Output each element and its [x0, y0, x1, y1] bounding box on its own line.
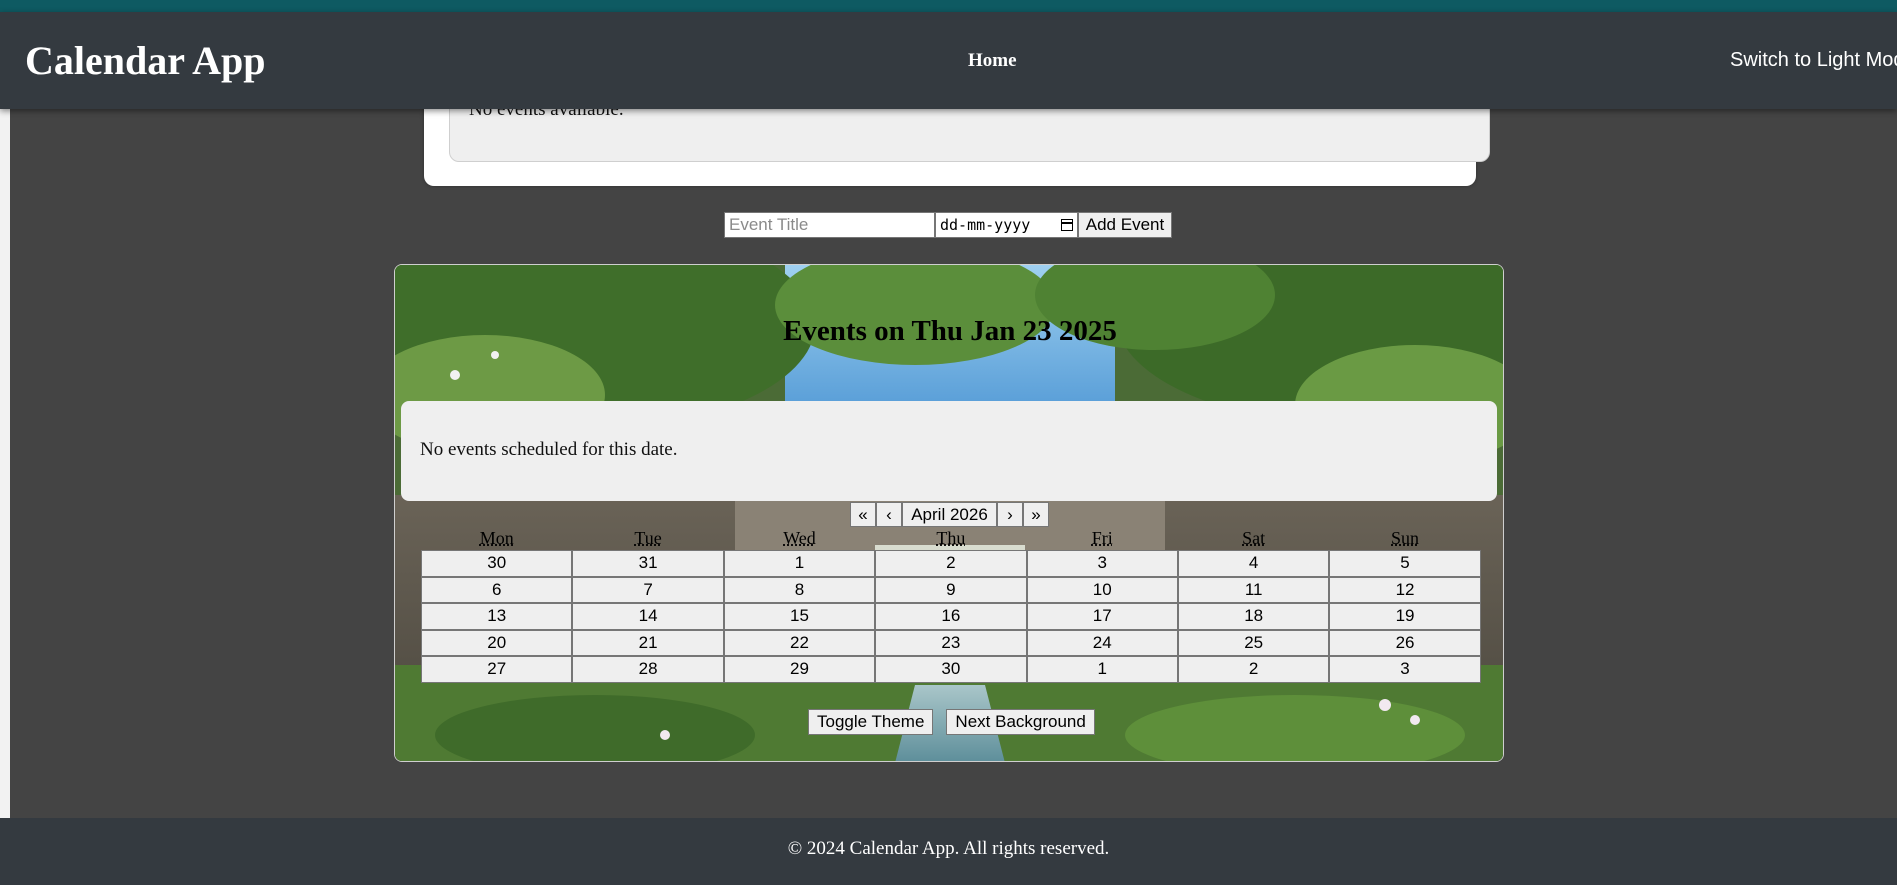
app-header: Calendar App Home Switch to Light Mode: [0, 12, 1897, 109]
week-row: 27 28 29 30 1 2 3: [421, 656, 1481, 683]
day-cell[interactable]: 30: [421, 550, 573, 577]
add-event-form: dd-mm-yyyy Add Event: [724, 212, 1172, 238]
date-placeholder: dd-mm-yyyy: [940, 216, 1031, 234]
app-footer: © 2024 Calendar App. All rights reserved…: [0, 818, 1897, 885]
day-cell[interactable]: 4: [1177, 550, 1330, 577]
day-cell[interactable]: 20: [421, 629, 573, 656]
day-cell[interactable]: 17: [1026, 603, 1178, 630]
day-cell[interactable]: 27: [421, 656, 573, 683]
month-label-button[interactable]: April 2026: [902, 502, 997, 527]
nav-home-link[interactable]: Home: [968, 50, 1017, 72]
day-cell[interactable]: 16: [875, 603, 1027, 630]
next-month-button[interactable]: ›: [997, 502, 1023, 527]
day-cell[interactable]: 8: [723, 576, 876, 603]
event-title-input[interactable]: [724, 212, 935, 238]
add-event-button[interactable]: Add Event: [1078, 212, 1172, 238]
top-accent-strip: [0, 0, 1897, 12]
event-date-input[interactable]: dd-mm-yyyy: [935, 212, 1078, 238]
day-cell[interactable]: 2: [1177, 656, 1330, 683]
weekday-label: Tue: [634, 528, 662, 548]
day-cell[interactable]: 30: [875, 656, 1027, 683]
left-edge-strip: [0, 108, 10, 818]
day-cell[interactable]: 25: [1177, 629, 1330, 656]
day-cell[interactable]: 10: [1026, 576, 1178, 603]
prev-month-button[interactable]: ‹: [876, 502, 902, 527]
weekday-label: Fri: [1091, 528, 1113, 548]
day-cell[interactable]: 14: [572, 603, 724, 630]
day-cell[interactable]: 13: [421, 603, 573, 630]
day-cell[interactable]: 26: [1329, 629, 1481, 656]
day-cell[interactable]: 22: [723, 629, 876, 656]
switch-light-mode-button[interactable]: Switch to Light Mode: [1730, 49, 1897, 72]
weekday-header-row: Mon Tue Wed Thu Fri Sat Sun: [421, 527, 1481, 550]
day-cell[interactable]: 21: [572, 629, 724, 656]
day-cell[interactable]: 12: [1329, 576, 1481, 603]
selected-date-heading: Events on Thu Jan 23 2025: [783, 315, 1117, 347]
week-row: 13 14 15 16 17 18 19: [421, 603, 1481, 630]
day-cell[interactable]: 6: [421, 576, 573, 603]
day-cell[interactable]: 15: [723, 603, 876, 630]
day-cell[interactable]: 3: [1329, 656, 1481, 683]
day-cell[interactable]: 19: [1329, 603, 1481, 630]
day-cell[interactable]: 9: [875, 576, 1027, 603]
weekday-label: Wed: [783, 528, 816, 548]
calendar-icon[interactable]: [1061, 219, 1073, 231]
weekday-label: Sun: [1391, 528, 1420, 548]
week-row: 6 7 8 9 10 11 12: [421, 576, 1481, 603]
day-cell[interactable]: 2: [875, 550, 1027, 577]
day-cell[interactable]: 1: [723, 550, 876, 577]
day-cell[interactable]: 7: [572, 576, 724, 603]
next-year-button[interactable]: »: [1023, 502, 1049, 527]
weekday-label: Mon: [479, 528, 514, 548]
week-row: 20 21 22 23 24 25 26: [421, 629, 1481, 656]
weekday-label: Thu: [936, 528, 966, 548]
footer-copyright: © 2024 Calendar App. All rights reserved…: [787, 838, 1110, 859]
calendar-controls: Toggle Theme Next Background: [808, 709, 1095, 735]
next-background-button[interactable]: Next Background: [946, 709, 1095, 735]
day-cell[interactable]: 31: [572, 550, 724, 577]
no-scheduled-events-message: No events scheduled for this date.: [420, 439, 678, 460]
toggle-theme-button[interactable]: Toggle Theme: [808, 709, 934, 735]
calendar-navigation: « ‹ April 2026 › »: [850, 502, 1049, 527]
day-cell[interactable]: 23: [875, 629, 1027, 656]
selected-date-events: No events scheduled for this date.: [401, 401, 1497, 501]
week-row: 30 31 1 2 3 4 5: [421, 550, 1481, 577]
day-cell[interactable]: 28: [572, 656, 724, 683]
day-cell[interactable]: 29: [723, 656, 876, 683]
calendar-panel: Events on Thu Jan 23 2025 No events sche…: [394, 264, 1504, 762]
month-grid: Mon Tue Wed Thu Fri Sat Sun 30 31 1 2 3 …: [421, 527, 1481, 683]
app-title: Calendar App: [25, 38, 266, 83]
day-cell[interactable]: 5: [1329, 550, 1481, 577]
prev-year-button[interactable]: «: [850, 502, 876, 527]
day-cell[interactable]: 1: [1026, 656, 1178, 683]
weekday-label: Sat: [1242, 528, 1266, 548]
day-cell[interactable]: 3: [1026, 550, 1178, 577]
day-cell[interactable]: 11: [1177, 576, 1330, 603]
day-cell[interactable]: 18: [1177, 603, 1330, 630]
day-cell[interactable]: 24: [1026, 629, 1178, 656]
